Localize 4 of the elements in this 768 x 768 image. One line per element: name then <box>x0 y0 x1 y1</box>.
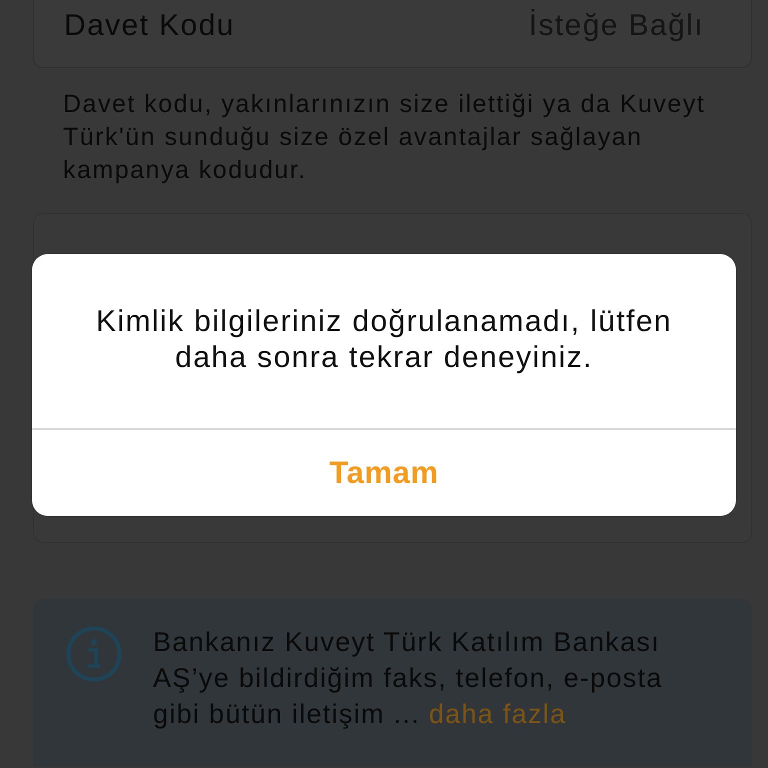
info-icon <box>66 626 122 682</box>
ok-button[interactable]: Tamam <box>32 430 736 516</box>
more-link[interactable]: daha fazla <box>428 699 566 729</box>
alert-message: Kimlik bilgileriniz doğrulanamadı, lütfen daha sonra tekrar deneyiniz. <box>95 304 673 376</box>
